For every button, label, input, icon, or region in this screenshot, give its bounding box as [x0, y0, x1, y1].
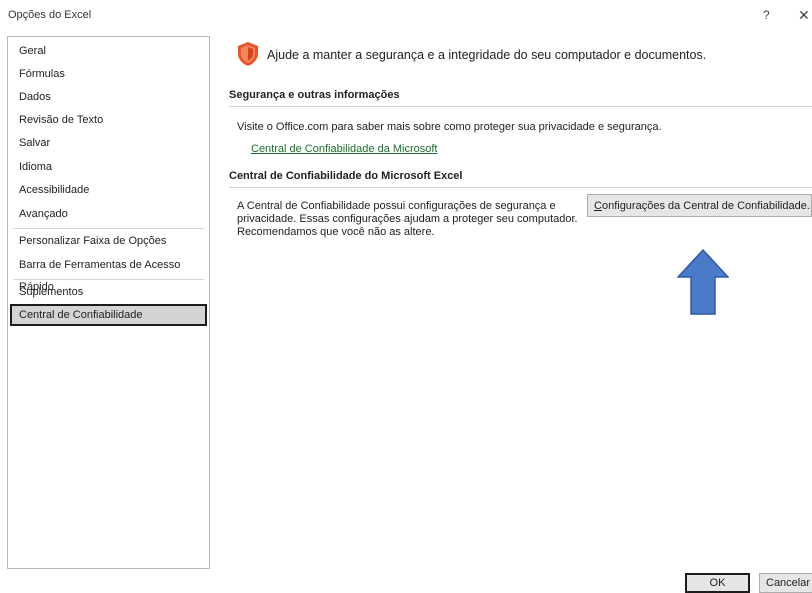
- sidebar-item-idioma[interactable]: Idioma: [10, 156, 207, 178]
- help-button[interactable]: ?: [763, 8, 770, 22]
- intro-text: Ajude a manter a segurança e a integrida…: [267, 48, 707, 62]
- sidebar-divider: [13, 279, 204, 280]
- sidebar-item-acessibilidade[interactable]: Acessibilidade: [10, 179, 207, 201]
- window-title: Opções do Excel: [8, 9, 92, 21]
- button-accelerator: C: [594, 199, 602, 212]
- description-line: A Central de Confiabilidade possui confi…: [237, 200, 556, 212]
- shield-icon: [238, 42, 258, 66]
- section-heading-security: Segurança e outras informações: [229, 89, 400, 101]
- close-button[interactable]: ✕: [798, 7, 810, 24]
- title-bar: Opções do Excel ? ✕: [0, 0, 812, 34]
- sidebar-item-barra-acesso-rapido[interactable]: Barra de Ferramentas de Acesso Rápido: [10, 254, 207, 293]
- sidebar-item-geral[interactable]: Geral: [10, 40, 207, 62]
- microsoft-trust-center-link[interactable]: Central de Confiabilidade da Microsoft: [251, 143, 438, 155]
- sidebar-item-personalizar-faixa[interactable]: Personalizar Faixa de Opções: [10, 230, 207, 252]
- sidebar-item-revisao-de-texto[interactable]: Revisão de Texto: [10, 109, 207, 131]
- trust-center-description: A Central de Confiabilidade possui confi…: [237, 200, 578, 239]
- sidebar-item-formulas[interactable]: Fórmulas: [10, 63, 207, 85]
- section-divider: [229, 106, 812, 107]
- sidebar-item-dados[interactable]: Dados: [10, 86, 207, 108]
- ok-button[interactable]: OK: [685, 573, 750, 593]
- sidebar-divider: [13, 228, 204, 229]
- section-heading-trust-center: Central de Confiabilidade do Microsoft E…: [229, 170, 463, 182]
- options-sidebar: Geral Fórmulas Dados Revisão de Texto Sa…: [7, 36, 210, 569]
- trust-center-settings-button[interactable]: Configurações da Central de Confiabilida…: [587, 194, 812, 217]
- section-divider: [229, 187, 812, 188]
- description-line: Recomendamos que você não as altere.: [237, 226, 435, 238]
- description-line: privacidade. Essas configurações ajudam …: [237, 213, 578, 225]
- up-arrow-icon: [677, 249, 729, 315]
- security-info-text: Visite o Office.com para saber mais sobr…: [237, 121, 662, 133]
- button-label: onfigurações da Central de Confiabilidad…: [601, 199, 812, 212]
- sidebar-item-avancado[interactable]: Avançado: [10, 203, 207, 225]
- sidebar-item-central-confiabilidade[interactable]: Central de Confiabilidade: [10, 304, 207, 326]
- cancel-button[interactable]: Cancelar: [759, 573, 812, 593]
- sidebar-item-salvar[interactable]: Salvar: [10, 132, 207, 154]
- sidebar-item-suplementos[interactable]: Suplementos: [10, 281, 207, 303]
